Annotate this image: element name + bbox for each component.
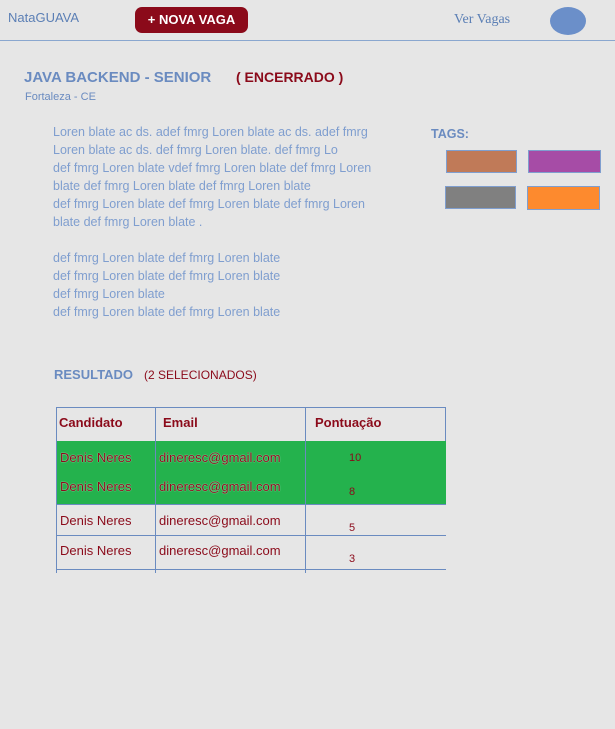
- row-divider: [56, 535, 446, 536]
- candidate-score: 3: [349, 553, 356, 565]
- description-line: def fmrg Loren blate def fmrg Loren blat…: [53, 197, 365, 211]
- job-status-badge: ( ENCERRADO ): [236, 69, 344, 85]
- candidate-name: Denis Neres: [60, 450, 132, 465]
- results-heading: RESULTADO: [54, 367, 133, 382]
- job-description: Loren blate ac ds. adef fmrg Loren blate…: [53, 123, 423, 321]
- row-divider: [324, 569, 446, 570]
- candidate-name: Denis Neres: [60, 479, 132, 494]
- tags-label: TAGS:: [431, 127, 469, 141]
- candidate-email: dineresc@gmail.com: [159, 450, 281, 465]
- column-header-email[interactable]: Email: [163, 415, 198, 430]
- description-line: def fmrg Loren blate: [53, 287, 165, 301]
- description-gap: [53, 231, 423, 249]
- column-divider: [305, 407, 306, 573]
- description-line: Loren blate ac ds. adef fmrg Loren blate…: [53, 125, 368, 139]
- description-line: def fmrg Loren blate def fmrg Loren blat…: [53, 269, 281, 283]
- column-divider: [155, 407, 156, 573]
- description-line: blate def fmrg Loren blate def fmrg Lore…: [53, 179, 311, 193]
- description-line: def fmrg Loren blate vdef fmrg Loren bla…: [53, 161, 372, 175]
- table-row[interactable]: Denis Neres dineresc@gmail.com 5: [56, 505, 446, 537]
- tag-chip[interactable]: [527, 186, 600, 210]
- table-header: Candidato Email Pontuação: [56, 407, 446, 442]
- candidate-score: 8: [349, 486, 356, 498]
- column-divider: [56, 407, 57, 573]
- job-location: Fortaleza - CE: [25, 91, 96, 103]
- row-divider: [56, 569, 326, 570]
- column-divider: [445, 407, 446, 441]
- tag-chip[interactable]: [528, 150, 601, 173]
- results-table: Candidato Email Pontuação Denis Neres di…: [56, 407, 446, 573]
- new-job-button[interactable]: + NOVA VAGA: [135, 7, 248, 33]
- view-jobs-link[interactable]: Ver Vagas: [454, 12, 510, 28]
- selected-count: (2 SELECIONADOS): [144, 368, 257, 382]
- table-row[interactable]: Denis Neres dineresc@gmail.com 3: [56, 536, 446, 568]
- table-row[interactable]: Denis Neres dineresc@gmail.com 10: [56, 441, 446, 473]
- brand-logo[interactable]: NataGUAVA: [8, 10, 79, 25]
- description-line: def fmrg Loren blate def fmrg Loren blat…: [53, 251, 281, 265]
- column-header-candidate[interactable]: Candidato: [59, 415, 123, 430]
- tag-chip[interactable]: [445, 186, 516, 209]
- tag-chip[interactable]: [446, 150, 517, 173]
- description-line: def fmrg Loren blate def fmrg Loren blat…: [53, 305, 281, 319]
- description-line: Loren blate ac ds. def fmrg Loren blate.…: [53, 143, 338, 157]
- candidate-name: Denis Neres: [60, 543, 132, 558]
- table-row[interactable]: Denis Neres dineresc@gmail.com 8: [56, 471, 446, 504]
- job-title: JAVA BACKEND - SENIOR: [24, 69, 212, 86]
- top-bar: NataGUAVA + NOVA VAGA Ver Vagas: [0, 0, 615, 41]
- description-line: blate def fmrg Loren blate .: [53, 215, 203, 229]
- candidate-email: dineresc@gmail.com: [159, 479, 281, 494]
- candidate-score: 5: [349, 522, 356, 534]
- candidate-name: Denis Neres: [60, 513, 132, 528]
- column-header-score[interactable]: Pontuação: [315, 415, 381, 430]
- row-divider: [56, 504, 446, 505]
- candidate-email: dineresc@gmail.com: [159, 513, 281, 528]
- candidate-score: 10: [349, 452, 362, 464]
- candidate-email: dineresc@gmail.com: [159, 543, 281, 558]
- avatar[interactable]: [550, 7, 586, 35]
